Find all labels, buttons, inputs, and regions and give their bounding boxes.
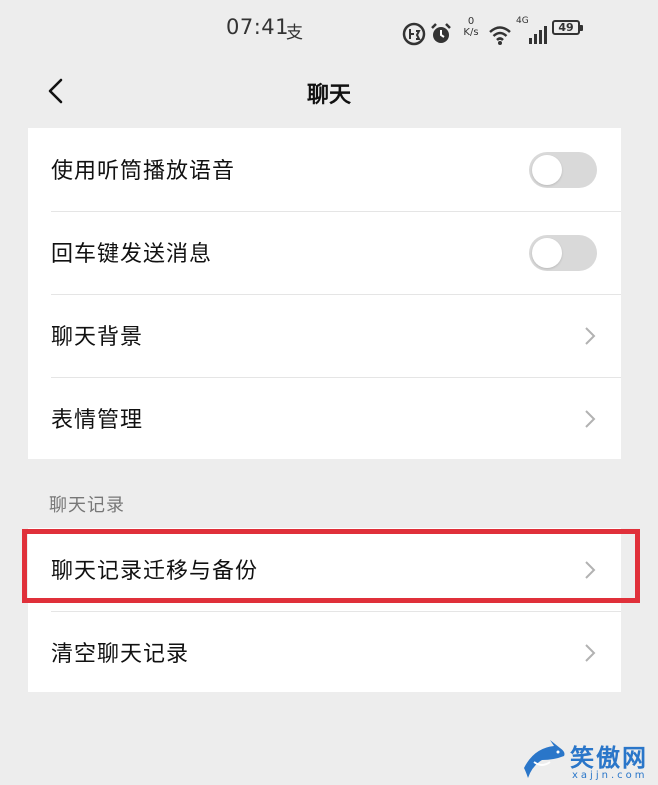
- setting-label: 表情管理: [51, 408, 144, 433]
- page-title: 聊天: [306, 83, 351, 108]
- signal-icon: [529, 26, 547, 44]
- chat-history-list: 聊天记录迁移与备份 清空聊天记录: [28, 528, 621, 692]
- setting-label: 聊天记录迁移与备份: [51, 559, 259, 584]
- setting-earpiece-playback[interactable]: 使用听筒播放语音: [28, 128, 621, 211]
- battery-icon: 49: [552, 20, 583, 35]
- setting-chat-background[interactable]: 聊天背景: [28, 294, 621, 377]
- hd-voice-icon: [402, 22, 426, 46]
- setting-label: 聊天背景: [51, 325, 144, 350]
- chevron-right-icon: [585, 561, 596, 579]
- setting-clear-chat-history[interactable]: 清空聊天记录: [28, 611, 621, 694]
- status-bar: 07:41 支 0 K/s 4G 49: [0, 0, 658, 60]
- chevron-right-icon: [585, 644, 596, 662]
- setting-label: 回车键发送消息: [51, 242, 213, 267]
- watermark: 笑傲网 xajjn.com: [520, 736, 658, 785]
- net-speed-value: 0: [467, 16, 475, 27]
- earpiece-toggle[interactable]: [529, 152, 597, 188]
- setting-chat-migrate-backup[interactable]: 聊天记录迁移与备份: [28, 528, 621, 611]
- setting-label: 使用听筒播放语音: [51, 159, 236, 184]
- setting-sticker-management[interactable]: 表情管理: [28, 377, 621, 460]
- net-speed: 0 K/s: [460, 16, 482, 38]
- chevron-right-icon: [585, 410, 596, 428]
- chevron-right-icon: [585, 327, 596, 345]
- status-time: 07:41: [226, 15, 290, 39]
- wifi-icon: [489, 26, 511, 45]
- enter-send-toggle[interactable]: [529, 235, 597, 271]
- setting-enter-to-send[interactable]: 回车键发送消息: [28, 211, 621, 294]
- section-header-chat-history: 聊天记录: [49, 495, 125, 516]
- setting-label: 清空聊天记录: [51, 642, 190, 667]
- network-type: 4G: [516, 16, 529, 26]
- toggle-knob: [532, 238, 562, 268]
- alarm-icon: [431, 23, 451, 43]
- toggle-knob: [532, 155, 562, 185]
- shark-logo-icon: [524, 740, 565, 778]
- alipay-icon: 支: [286, 23, 303, 43]
- watermark-url: xajjn.com: [572, 770, 648, 781]
- net-speed-unit: K/s: [463, 27, 479, 38]
- watermark-text: 笑傲网: [570, 744, 648, 772]
- title-bar: 聊天: [0, 60, 658, 124]
- settings-list: 使用听筒播放语音 回车键发送消息 聊天背景 表情管理: [28, 128, 621, 459]
